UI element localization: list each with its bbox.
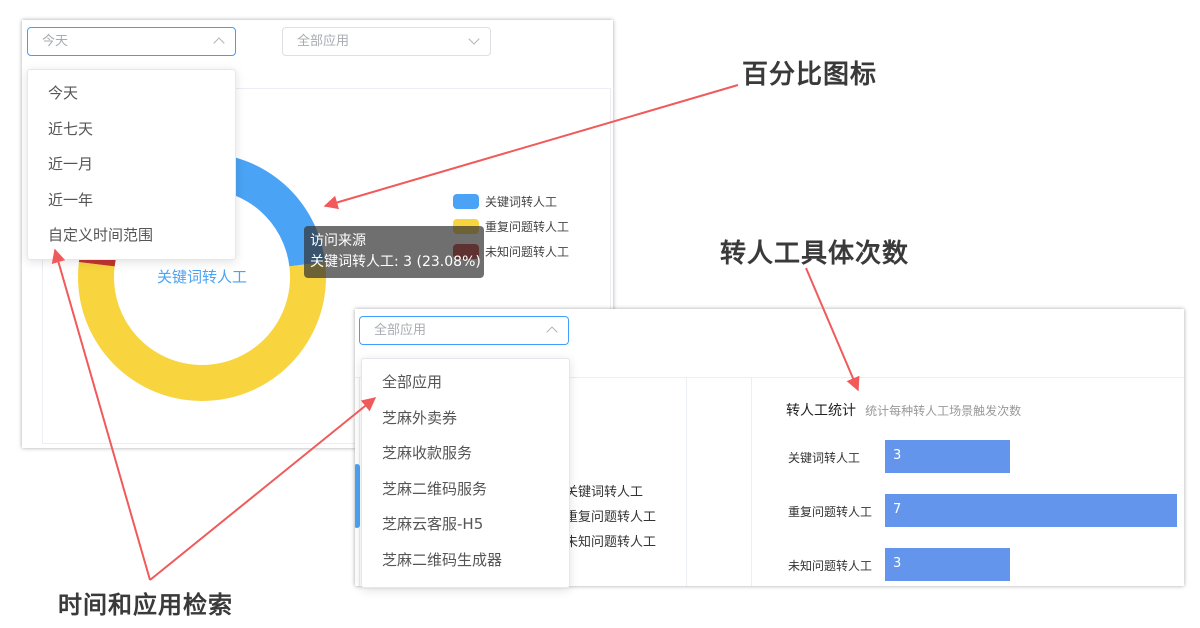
tooltip-value: 关键词转人工: 3 (23.08%) [310,254,481,270]
date-option[interactable]: 今天 [28,76,235,112]
legend-label: 关键词转人工 [485,195,558,209]
app-option[interactable]: 芝麻收款服务 [362,436,569,472]
legend-label: 未知问题转人工 [485,245,570,259]
date-range-dropdown: 今天 近七天 近一月 近一年 自定义时间范围 [27,69,236,260]
stats-subtitle: 统计每种转人工场景触发次数 [865,404,1022,418]
date-option[interactable]: 自定义时间范围 [28,218,235,254]
chart-tooltip: 访问来源 关键词转人工: 3 (23.08%) [304,226,484,278]
legend-label: 重复问题转人工 [565,510,657,525]
annotation-transfer-count: 转人工具体次数 [720,239,910,269]
annotation-percent-icon: 百分比图标 [742,60,878,90]
app-select[interactable]: 全部应用 [359,316,569,345]
app-select-value: 全部应用 [374,323,427,338]
legend-label: 重复问题转人工 [485,220,570,234]
bar-label: 重复问题转人工 [788,505,873,519]
app-option[interactable]: 芝麻二维码服务 [362,472,569,508]
app-option[interactable]: 芝麻外卖券 [362,401,569,437]
tooltip-title: 访问来源 [310,233,366,249]
date-option[interactable]: 近七天 [28,112,235,148]
bar-1[interactable]: 7 [885,494,1177,527]
donut-center-label: 关键词转人工 [157,268,248,286]
date-option[interactable]: 近一年 [28,183,235,219]
bar-label: 未知问题转人工 [788,559,873,573]
stats-title: 转人工统计 [786,403,856,419]
app-option[interactable]: 芝麻二维码生成器 [362,543,569,579]
donut-slice-partial [355,464,360,528]
annotation-search-filter: 时间和应用检索 [58,591,233,619]
legend-label: 关键词转人工 [565,485,644,500]
bar-label: 关键词转人工 [788,451,861,465]
app-dropdown: 全部应用 芝麻外卖券 芝麻收款服务 芝麻二维码服务 芝麻云客服-H5 芝麻二维码… [361,358,570,588]
date-option[interactable]: 近一月 [28,147,235,183]
legend-partial: 关键词转人工 重复问题转人工 未知问题转人工 [565,480,656,555]
app-option[interactable]: 芝麻云客服-H5 [362,507,569,543]
legend-label: 未知问题转人工 [565,535,657,550]
chevron-up-icon [546,326,558,338]
bar-0[interactable]: 3 [885,440,1011,473]
app-option[interactable]: 全部应用 [362,365,569,401]
bar-2[interactable]: 3 [885,548,1011,581]
legend-swatch [453,194,479,209]
